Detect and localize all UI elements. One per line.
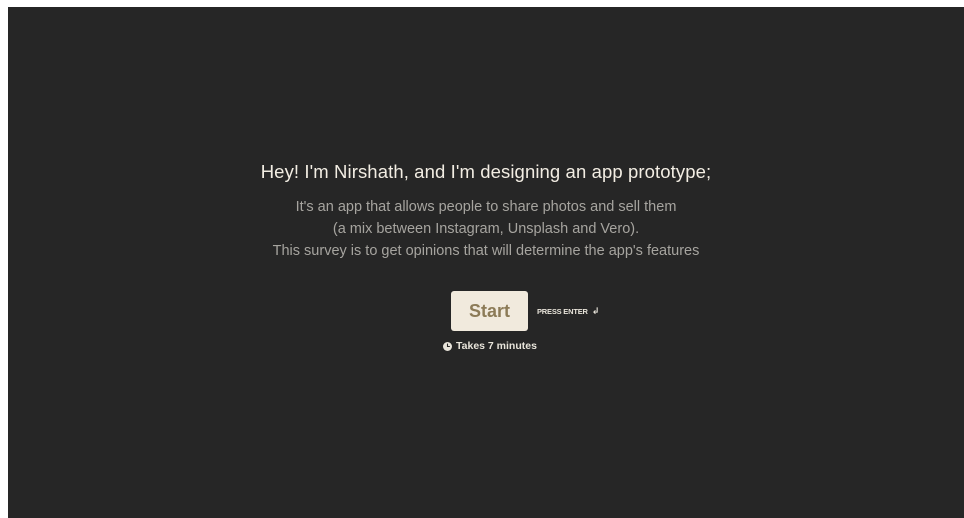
description-line: This survey is to get opinions that will… <box>272 243 700 259</box>
press-enter-hint: PRESS ENTER ↲ <box>537 306 599 317</box>
description-line: (a mix between Instagram, Unsplash and V… <box>332 221 640 237</box>
start-button[interactable]: Start <box>451 291 528 331</box>
welcome-description: It's an app that allows people to share … <box>8 196 964 262</box>
survey-welcome-screen: Hey! I'm Nirshath, and I'm designing an … <box>8 7 964 518</box>
duration-label: Takes 7 minutes <box>456 340 537 352</box>
clock-icon <box>443 341 452 351</box>
duration-info: Takes 7 minutes <box>443 340 537 352</box>
start-actions: Start PRESS ENTER ↲ <box>451 291 599 331</box>
description-line: It's an app that allows people to share … <box>295 199 677 215</box>
press-enter-label: PRESS ENTER <box>537 306 588 316</box>
welcome-title: Hey! I'm Nirshath, and I'm designing an … <box>260 161 712 182</box>
welcome-section: Hey! I'm Nirshath, and I'm designing an … <box>8 160 964 262</box>
enter-icon: ↲ <box>591 305 600 316</box>
